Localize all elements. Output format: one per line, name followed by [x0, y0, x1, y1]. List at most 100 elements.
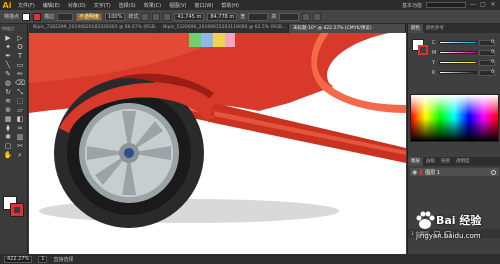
layer-row[interactable]: ◉ 图层 1	[410, 168, 499, 176]
close-button[interactable]: ✕	[490, 2, 496, 8]
rotate-icon[interactable]: ↻	[3, 88, 13, 96]
tab-color[interactable]: 颜色	[408, 24, 423, 33]
slider-black-label: K	[432, 69, 436, 76]
pen-icon[interactable]: ✒	[3, 52, 13, 60]
menu-help[interactable]: 帮助(H)	[217, 2, 243, 9]
shape-builder-icon[interactable]: ⊕	[3, 106, 13, 114]
minimize-button[interactable]: —	[470, 2, 476, 8]
layer-name[interactable]: 图层 1	[425, 169, 440, 176]
artboard-icon[interactable]: ▢	[3, 142, 13, 150]
align-icon[interactable]	[152, 12, 161, 21]
document-tab-active[interactable]: 未标题-10* @ 422.27% (CMYK/预览)	[289, 24, 406, 33]
paintbrush-icon[interactable]: ✎	[3, 70, 13, 78]
slider-magenta-track[interactable]	[439, 51, 477, 54]
type-icon[interactable]: T	[15, 52, 25, 60]
selection-label: 特描点	[4, 14, 20, 20]
slider-yellow-track[interactable]	[439, 61, 477, 64]
slider-black[interactable]: K 0	[432, 69, 498, 76]
isolate-icon[interactable]	[302, 12, 311, 21]
panel-green	[189, 33, 201, 47]
hub-center	[124, 148, 134, 158]
slider-yellow-value[interactable]: 0	[479, 59, 495, 66]
zoom-field[interactable]: 422.27%	[4, 255, 33, 263]
arrange-icon[interactable]	[313, 12, 322, 21]
scale-icon[interactable]: ⤡	[15, 88, 25, 96]
color-panel: C 0 M 0 Y 0 K 0	[408, 33, 500, 91]
eye-icon[interactable]: ◉	[412, 169, 417, 176]
slider-magenta[interactable]: M 0	[432, 49, 498, 56]
paw-icon	[416, 211, 435, 229]
search-input[interactable]	[426, 2, 466, 8]
document-tab-1[interactable]: Nipic_7282299_20190820183329303 @ 66.67%…	[29, 24, 159, 33]
menu-type[interactable]: 文字(T)	[90, 2, 115, 9]
tab-layers[interactable]: 图层	[408, 157, 423, 166]
artboard-nav-field[interactable]: 1	[38, 255, 48, 263]
width-icon[interactable]: ≋	[3, 97, 13, 105]
slider-yellow[interactable]: Y 0	[432, 59, 498, 66]
line-icon[interactable]: ╲	[3, 61, 13, 69]
menu-select[interactable]: 选择(S)	[115, 2, 140, 9]
scooter-artwork	[29, 33, 406, 228]
slider-black-value[interactable]: 0	[479, 69, 495, 76]
symbol-sprayer-icon[interactable]: ✺	[3, 133, 13, 141]
menu-file[interactable]: 文件(F)	[14, 2, 39, 9]
stroke-swatch[interactable]	[33, 12, 42, 21]
menu-effect[interactable]: 效果(C)	[140, 2, 165, 9]
eyedropper-icon[interactable]: ⧫	[3, 124, 13, 132]
slider-magenta-value[interactable]: 0	[479, 49, 495, 56]
magic-wand-icon[interactable]: ✦	[3, 43, 13, 51]
menu-view[interactable]: 视图(V)	[165, 2, 190, 9]
lasso-icon[interactable]: ʘ	[15, 43, 25, 51]
graph-icon[interactable]: ▥	[15, 133, 25, 141]
slice-icon[interactable]: ✂	[15, 142, 25, 150]
slider-cyan[interactable]: C 0	[432, 39, 498, 46]
gradient-icon[interactable]: ◧	[15, 115, 25, 123]
slider-black-track[interactable]	[439, 71, 477, 74]
direct-selection-icon[interactable]: ▷	[15, 34, 25, 42]
slider-cyan-track[interactable]	[439, 41, 477, 44]
watermark-url: jingyan.baidu.com	[416, 232, 481, 240]
perspective-icon[interactable]: ▱	[15, 106, 25, 114]
artboard-canvas[interactable]	[29, 33, 406, 254]
menu-object[interactable]: 对象(O)	[64, 2, 90, 9]
transform-icon[interactable]	[163, 12, 172, 21]
height-field[interactable]	[279, 12, 300, 21]
document-tab-2[interactable]: Nipic_5320690_20190615203118000 @ 62.5% …	[159, 24, 289, 33]
rectangle-icon[interactable]: ▭	[15, 61, 25, 69]
color-stroke-box[interactable]	[418, 45, 428, 55]
tab-artboards[interactable]: 画板	[423, 157, 438, 166]
fill-swatch[interactable]	[22, 12, 31, 21]
y-field[interactable]: 84.778 m	[207, 12, 238, 21]
slider-cyan-value[interactable]: 0	[479, 39, 495, 46]
tab-transparency[interactable]: 透明度	[453, 157, 473, 166]
blob-brush-icon[interactable]: ◍	[3, 79, 13, 87]
document-tabs: Nipic_7282299_20190820183329303 @ 66.67%…	[29, 24, 406, 33]
width-label: 宽	[240, 14, 246, 20]
zoom-icon[interactable]: ⌕	[15, 151, 25, 159]
hand-icon[interactable]: ✋	[3, 151, 13, 159]
tab-color-guide[interactable]: 颜色参考	[423, 24, 447, 33]
x-field[interactable]: 41.745 m	[174, 12, 205, 21]
menu-edit[interactable]: 编辑(E)	[39, 2, 64, 9]
tab-links[interactable]: 链接	[438, 157, 453, 166]
chassis-highlight	[214, 111, 406, 155]
color-panel-tabs: 颜色 颜色参考	[408, 24, 500, 33]
opacity-field[interactable]: 不透明度	[76, 12, 103, 21]
mesh-icon[interactable]: ▦	[3, 115, 13, 123]
target-icon[interactable]	[491, 169, 496, 175]
style-swatch[interactable]	[141, 12, 150, 21]
selection-arrow-icon[interactable]: ▶	[3, 34, 13, 42]
free-transform-icon[interactable]: ⬚	[15, 97, 25, 105]
width-field[interactable]	[248, 12, 269, 21]
blend-icon[interactable]: ∞	[15, 124, 25, 132]
maximize-button[interactable]: □	[480, 2, 486, 8]
workspace-switcher[interactable]: 基本功能	[402, 2, 422, 9]
stroke-weight-field[interactable]	[57, 12, 74, 21]
status-bar: 422.27% 1 直接选择	[0, 254, 500, 264]
stroke-color-box[interactable]	[10, 203, 24, 217]
color-spectrum[interactable]	[410, 94, 499, 142]
eraser-icon[interactable]: ⌫	[15, 79, 25, 87]
pencil-icon[interactable]: ✏	[15, 70, 25, 78]
opacity-value[interactable]: 100%	[105, 12, 126, 21]
menu-window[interactable]: 窗口(W)	[190, 2, 217, 9]
